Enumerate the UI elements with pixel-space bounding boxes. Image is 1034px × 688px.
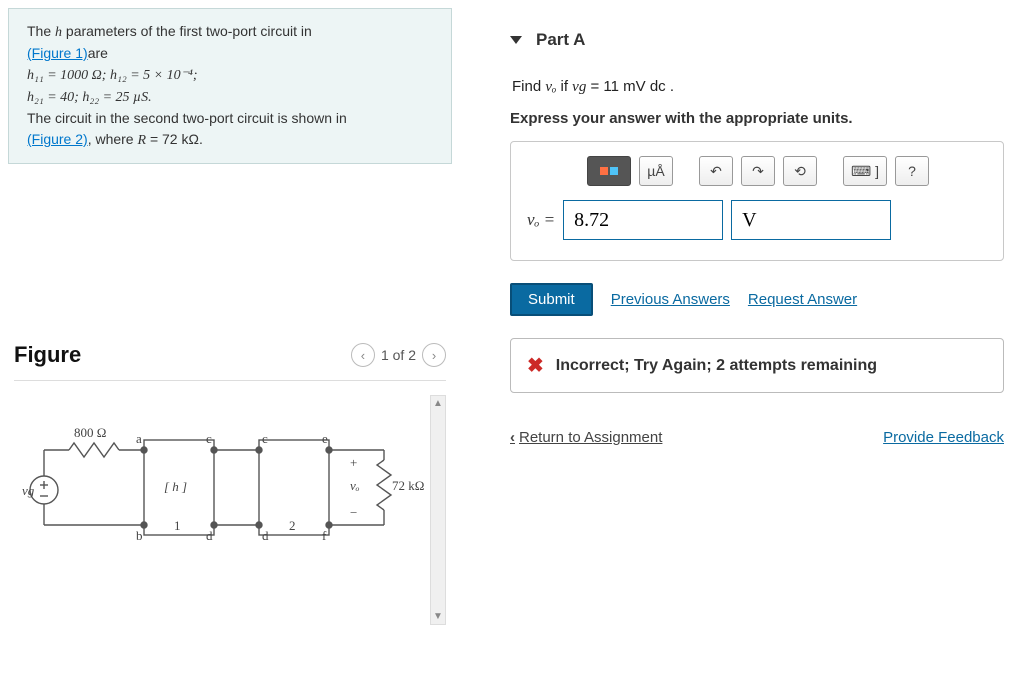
unit-input[interactable] [731,200,891,240]
scroll-up-icon[interactable]: ▲ [431,396,445,411]
svg-text:d: d [262,528,269,543]
value-input[interactable] [563,200,723,240]
vo-label: vₒ = [527,210,555,230]
part-title: Part A [536,30,585,50]
help-button[interactable]: ? [895,156,929,186]
feedback-text: Incorrect; Try Again; 2 attempts remaini… [556,357,877,375]
text: The circuit in the second two-port circu… [27,110,347,126]
svg-text:b: b [136,528,143,543]
answer-box: µÅ ↶ ↷ ⟲ ⌨ ] ? vₒ = [510,141,1004,261]
svg-text:vg: vg [22,483,35,498]
eq1: h₁₁ = 1000 Ω; h₁₂ = 5 × 10⁻⁴; [27,68,198,83]
return-link[interactable]: ‹Return to Assignment [510,429,662,446]
text: parameters of the first two-port circuit… [62,23,312,39]
figure-scrollbar[interactable]: ▲ ▼ [430,395,446,625]
circuit-diagram: 800 Ω vg [ h ] 1 2 a b c d c d e f + vₒ … [14,395,424,615]
redo-button[interactable]: ↷ [741,156,775,186]
instructions: Express your answer with the appropriate… [510,110,1004,127]
submit-button[interactable]: Submit [510,283,593,316]
svg-text:800 Ω: 800 Ω [74,425,106,440]
feedback-box: ✖ Incorrect; Try Again; 2 attempts remai… [510,338,1004,393]
svg-text:−: − [350,505,357,520]
text: are [88,45,108,61]
text: The [27,23,55,39]
next-figure-button[interactable]: › [422,343,446,367]
undo-button[interactable]: ↶ [699,156,733,186]
var-r: R [138,133,147,148]
reset-button[interactable]: ⟲ [783,156,817,186]
var-h: h [55,25,62,40]
figure-title: Figure [14,342,81,368]
incorrect-icon: ✖ [527,353,544,378]
collapse-icon[interactable] [510,36,522,44]
question-text: Find vₒ if vg = 11 mV dc . [512,78,1004,96]
svg-text:72 kΩ: 72 kΩ [392,478,424,493]
eq2: h₂₁ = 40; h₂₂ = 25 µS. [27,90,152,105]
figure2-link[interactable]: (Figure 2) [27,131,88,147]
figure1-link[interactable]: (Figure 1) [27,45,88,61]
svg-text:vₒ: vₒ [350,478,360,493]
special-chars-button[interactable]: µÅ [639,156,673,186]
previous-answers-link[interactable]: Previous Answers [611,291,730,308]
svg-text:c: c [262,431,268,446]
answer-toolbar: µÅ ↶ ↷ ⟲ ⌨ ] ? [587,156,987,186]
svg-text:[ h ]: [ h ] [164,479,187,494]
svg-text:a: a [136,431,142,446]
scroll-down-icon[interactable]: ▼ [431,609,445,624]
svg-text:1: 1 [174,518,181,533]
svg-text:c: c [206,431,212,446]
chevron-left-icon: ‹ [510,429,515,446]
request-answer-link[interactable]: Request Answer [748,291,857,308]
provide-feedback-link[interactable]: Provide Feedback [883,429,1004,446]
text: , where [88,131,138,147]
text: = 72 kΩ. [146,131,203,147]
pager-text: 1 of 2 [381,347,416,363]
svg-text:d: d [206,528,213,543]
svg-text:e: e [322,431,328,446]
divider [14,380,446,381]
templates-button[interactable] [587,156,631,186]
svg-text:f: f [322,528,327,543]
figure-pager: ‹ 1 of 2 › [351,343,446,367]
svg-text:+: + [350,455,357,470]
keyboard-button[interactable]: ⌨ ] [843,156,887,186]
prev-figure-button[interactable]: ‹ [351,343,375,367]
svg-text:2: 2 [289,518,296,533]
problem-statement: The h parameters of the first two-port c… [8,8,452,164]
